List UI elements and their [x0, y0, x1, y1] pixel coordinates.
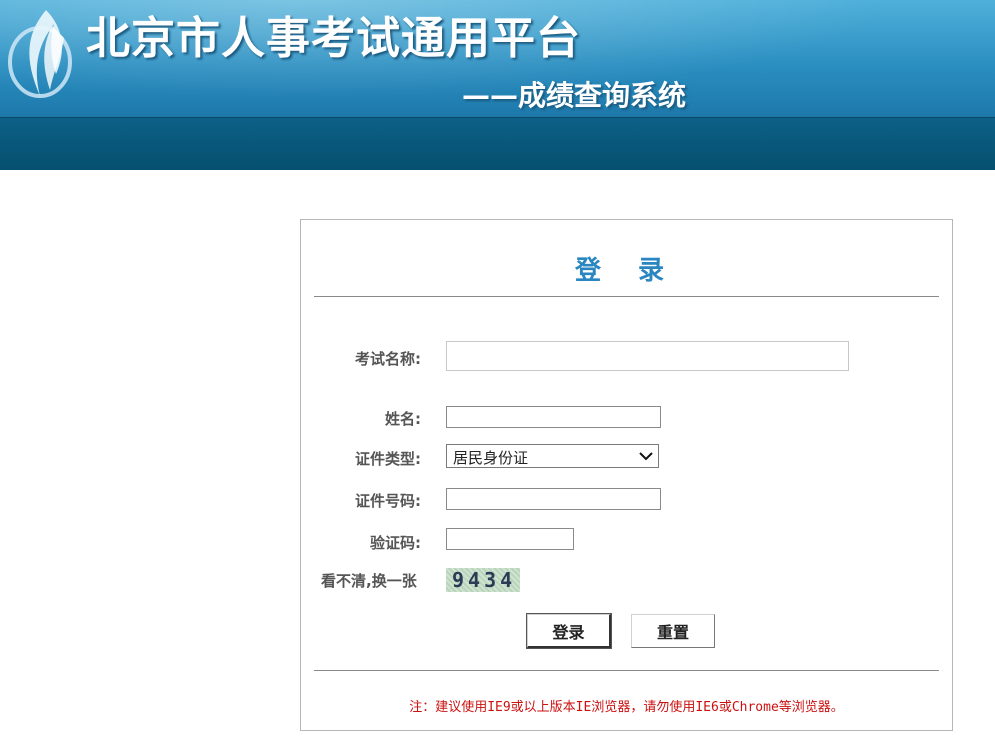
site-subtitle: ——成绩查询系统: [462, 79, 687, 112]
captcha-image-text: 9434: [452, 568, 517, 592]
footer-divider: [314, 670, 939, 671]
chevron-down-icon: [639, 452, 653, 461]
exam-name-label: 考试名称:: [355, 350, 421, 368]
captcha-label: 验证码:: [370, 534, 421, 552]
title-divider: [314, 296, 939, 297]
captcha-image[interactable]: 9434: [446, 568, 520, 592]
site-title: 北京市人事考试通用平台: [86, 13, 581, 64]
id-number-label: 证件号码:: [355, 492, 421, 510]
id-type-select[interactable]: 居民身份证: [446, 444, 659, 468]
reset-button[interactable]: 重置: [631, 614, 715, 648]
id-number-input[interactable]: [446, 488, 661, 510]
id-type-label: 证件类型:: [355, 450, 421, 468]
site-banner: 北京市人事考试通用平台 ——成绩查询系统: [0, 0, 995, 117]
login-button[interactable]: 登录: [526, 613, 612, 649]
browser-notice: 注：建议使用IE9或以上版本IE浏览器，请勿使用IE6或Chrome等浏览器。: [409, 700, 844, 715]
nav-bar: [0, 117, 995, 170]
id-type-selected-value: 居民身份证: [453, 449, 529, 467]
login-title: 登 录: [574, 256, 679, 286]
name-input[interactable]: [446, 406, 661, 428]
login-panel: 登 录 考试名称: 姓名: 证件类型: 居民身份证 证件号码: 验证码: 看不清…: [300, 219, 953, 731]
flame-logo-icon: [8, 10, 72, 98]
name-label: 姓名:: [385, 410, 421, 428]
captcha-refresh-link[interactable]: 看不清,换一张: [321, 570, 417, 591]
captcha-input[interactable]: [446, 528, 574, 550]
exam-name-input[interactable]: [446, 341, 849, 371]
